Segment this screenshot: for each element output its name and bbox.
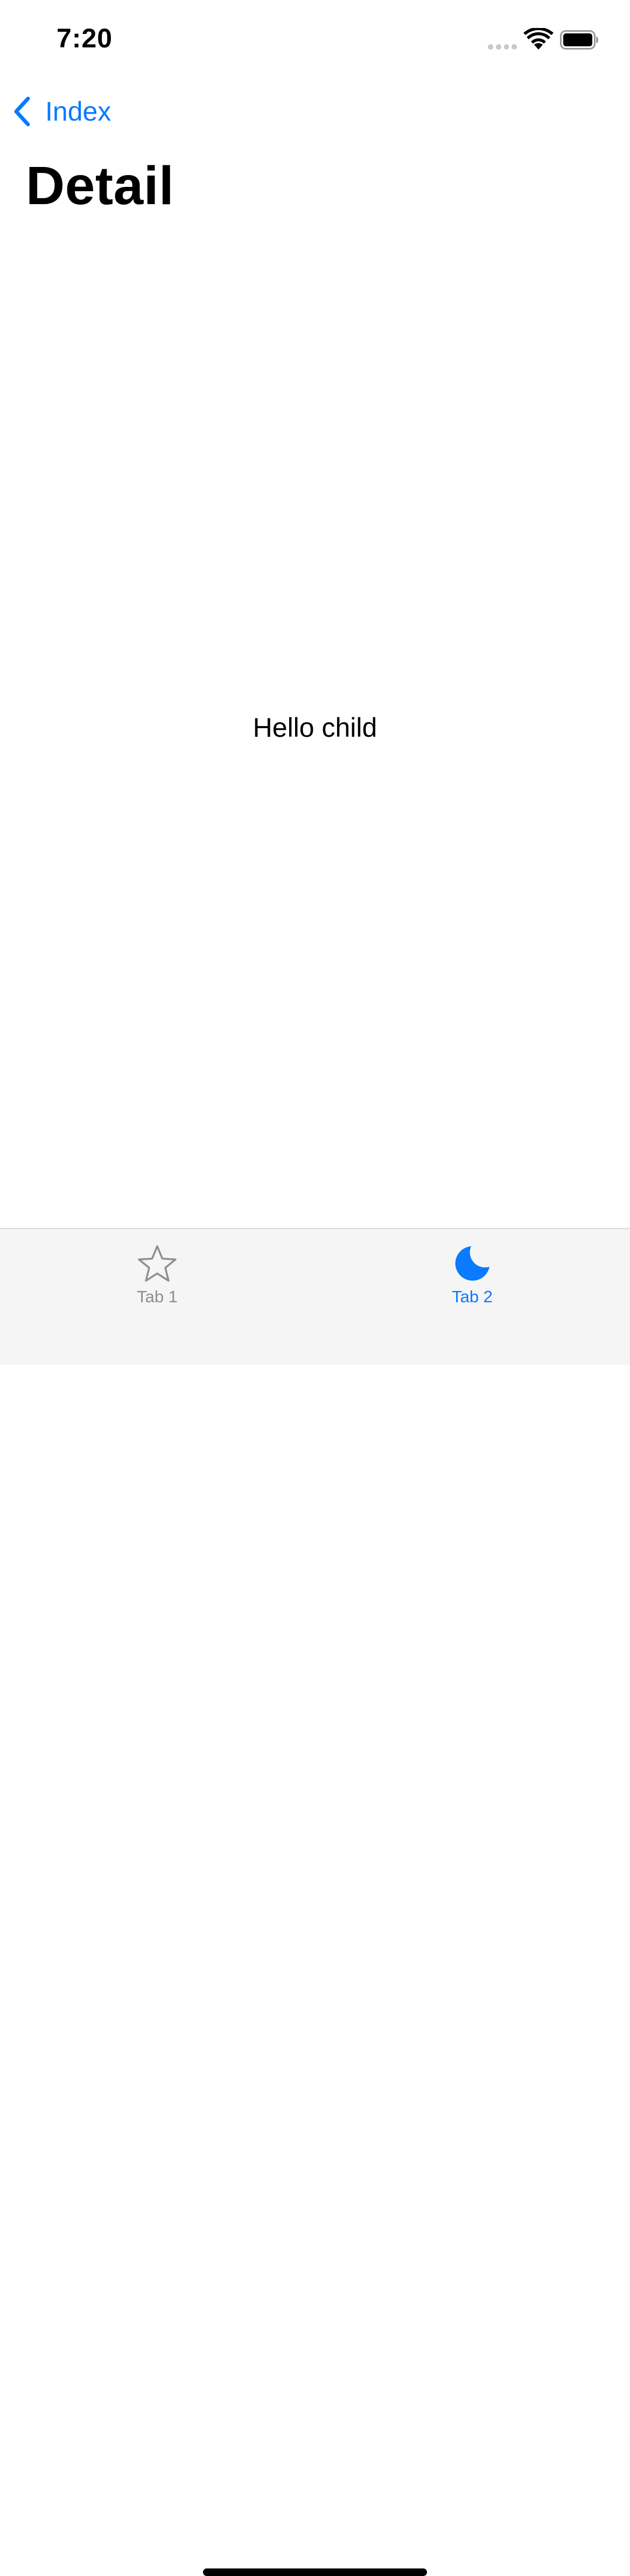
page-title: Detail xyxy=(26,156,174,216)
star-icon xyxy=(138,1245,177,1282)
tab-bar: Tab 1 Tab 2 xyxy=(0,1228,630,2576)
tab-1-label: Tab 1 xyxy=(137,1287,178,1306)
battery-icon xyxy=(560,30,598,50)
chevron-left-icon xyxy=(14,96,30,127)
moon-icon xyxy=(455,1246,489,1281)
cellular-signal-icon xyxy=(488,44,517,51)
status-time: 7:20 xyxy=(57,23,113,53)
back-button[interactable]: Index xyxy=(12,93,111,130)
home-indicator xyxy=(203,2568,427,2576)
content-text: Hello child xyxy=(253,713,377,743)
back-button-label: Index xyxy=(45,96,111,127)
tab-2[interactable]: Tab 2 xyxy=(418,1244,526,1309)
status-bar: 7:20 xyxy=(0,0,630,81)
tab-2-label: Tab 2 xyxy=(452,1287,493,1306)
wifi-icon xyxy=(523,28,554,50)
tab-1[interactable]: Tab 1 xyxy=(103,1244,211,1309)
